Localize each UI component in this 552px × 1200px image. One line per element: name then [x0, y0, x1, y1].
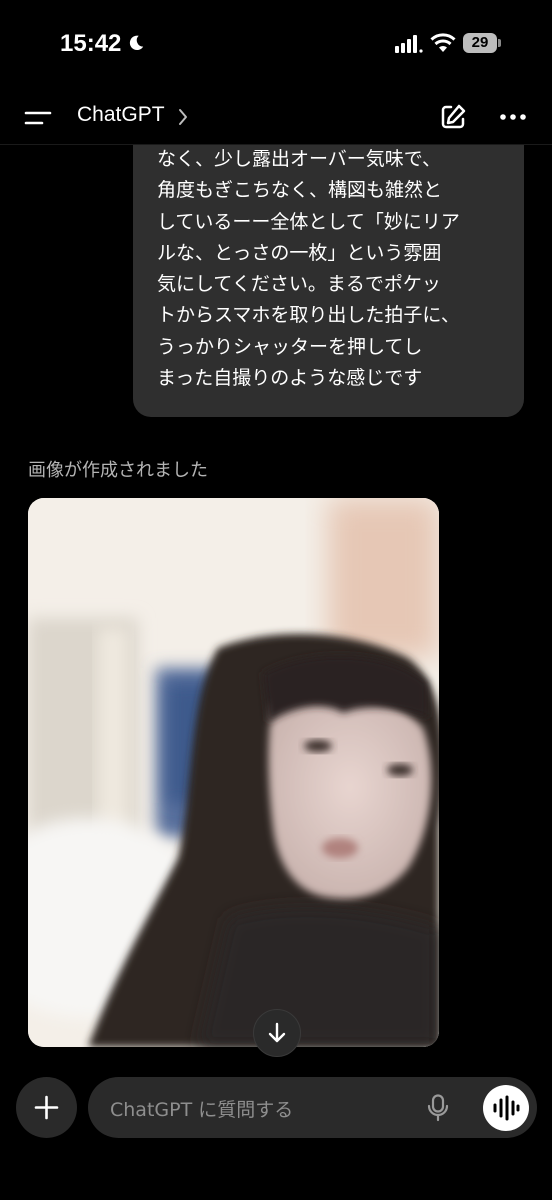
menu-icon[interactable] [22, 106, 54, 130]
user-message-bubble: なく、少し露出オーバー気味で、 角度もぎこちなく、構図も雑然と しているーー全体… [133, 118, 524, 417]
plus-icon [34, 1095, 59, 1120]
user-message-text: なく、少し露出オーバー気味で、 角度もぎこちなく、構図も雑然と しているーー全体… [157, 148, 460, 390]
more-icon[interactable] [498, 110, 528, 124]
image-icon [28, 498, 439, 1047]
wifi-icon [430, 33, 456, 52]
model-title[interactable]: ChatGPT [77, 103, 165, 127]
generated-image[interactable] [28, 498, 439, 1047]
battery-level: 29 [471, 34, 489, 51]
status-time: 15:42 [60, 30, 122, 57]
download-button[interactable] [253, 1009, 301, 1057]
assistant-status-text: 画像が作成されました [28, 460, 208, 481]
battery-indicator: 29 [463, 33, 501, 55]
chevron-right-icon[interactable] [177, 107, 189, 127]
message-input[interactable]: ChatGPT に質問する [88, 1077, 537, 1138]
input-placeholder: ChatGPT に質問する [110, 1099, 294, 1121]
arrow-down-icon [268, 1022, 286, 1043]
voice-mode-button[interactable] [483, 1085, 529, 1131]
edit-icon[interactable] [438, 102, 468, 132]
mic-icon[interactable] [427, 1094, 449, 1122]
voice-mode-icon [493, 1095, 520, 1121]
status-bar: 15:42 29 [0, 0, 552, 90]
app-header: ChatGPT [0, 90, 552, 145]
signal-icon [395, 35, 423, 53]
moon-icon [129, 35, 144, 51]
attach-button[interactable] [16, 1077, 77, 1138]
